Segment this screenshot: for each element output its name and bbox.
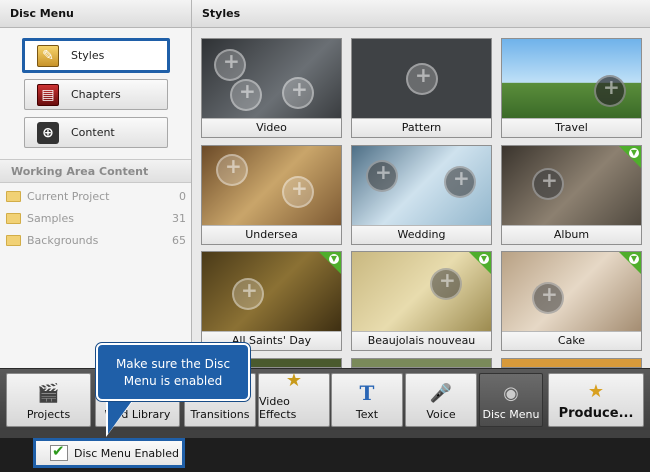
toolbar-produce-button[interactable]: ★ Produce... bbox=[548, 373, 644, 427]
folder-icon bbox=[6, 212, 21, 224]
working-area-item-current-project[interactable]: Current Project 0 bbox=[6, 186, 186, 206]
toolbar-voice-button[interactable]: 🎤 Voice bbox=[405, 373, 477, 427]
style-tile-video[interactable]: Video bbox=[201, 38, 342, 138]
style-tile-cake[interactable]: ▼ Cake bbox=[501, 251, 642, 351]
video-effects-icon: ★ bbox=[285, 370, 303, 391]
working-area-item-count: 65 bbox=[172, 233, 186, 247]
folder-icon bbox=[6, 190, 21, 202]
style-tile-wedding[interactable]: Wedding bbox=[351, 145, 492, 245]
style-tile-album[interactable]: ▼ Album bbox=[501, 145, 642, 245]
styles-nav-button[interactable]: ✎ Styles bbox=[22, 38, 170, 73]
style-thumbnail: ▼ bbox=[502, 146, 641, 225]
style-thumbnail bbox=[202, 39, 341, 118]
style-tile-label: Video bbox=[202, 118, 341, 137]
chapters-nav-button[interactable]: ▤ Chapters bbox=[24, 79, 168, 110]
style-tile-beaujolais-nouveau[interactable]: ▼ Beaujolais nouveau bbox=[351, 251, 492, 351]
style-thumbnail bbox=[352, 146, 491, 225]
style-thumbnail bbox=[502, 39, 641, 118]
working-area-item-backgrounds[interactable]: Backgrounds 65 bbox=[6, 230, 186, 250]
style-thumbnail: ▼ bbox=[202, 252, 341, 331]
content-nav-label: Content bbox=[71, 126, 115, 139]
checkmark-icon bbox=[50, 442, 68, 461]
style-tile-label: Wedding bbox=[352, 225, 491, 244]
disc-icon: ◉ bbox=[503, 382, 519, 404]
microphone-icon: 🎤 bbox=[429, 382, 453, 404]
style-thumbnail: ▼ bbox=[502, 252, 641, 331]
style-thumbnail bbox=[202, 146, 341, 225]
toolbar-label: Disc Menu bbox=[482, 408, 540, 421]
working-area-item-label: Samples bbox=[27, 211, 74, 225]
style-tile-pattern[interactable]: Pattern bbox=[351, 38, 492, 138]
working-area-item-samples[interactable]: Samples 31 bbox=[6, 208, 186, 228]
toolbar-video-effects-button[interactable]: ★ Video Effects bbox=[258, 370, 330, 427]
left-panel: ✎ Styles ▤ Chapters ⊕ Content Working Ar… bbox=[0, 28, 192, 368]
style-thumbnail bbox=[352, 39, 491, 118]
style-thumbnail: ▼ bbox=[352, 252, 491, 331]
folder-icon bbox=[6, 234, 21, 246]
disc-menu-enabled-checkbox[interactable]: Disc Menu Enabled bbox=[33, 438, 185, 468]
tooltip-callout: Make sure the Disc Menu is enabled bbox=[96, 343, 250, 401]
styles-nav-label: Styles bbox=[71, 49, 105, 62]
toolbar-label: Produce... bbox=[558, 406, 634, 421]
content-nav-button[interactable]: ⊕ Content bbox=[24, 117, 168, 148]
tooltip-tail bbox=[108, 398, 134, 434]
styles-icon: ✎ bbox=[37, 44, 59, 67]
toolbar-label: Video Effects bbox=[259, 395, 297, 421]
disc-menu-enabled-label: Disc Menu Enabled bbox=[74, 446, 179, 460]
toolbar-label: Transitions bbox=[190, 408, 250, 421]
clapperboard-icon: 🎬 bbox=[37, 382, 60, 404]
style-tile-label: Beaujolais nouveau bbox=[352, 331, 491, 350]
toolbar-label: Text bbox=[355, 408, 379, 421]
style-tile-all-saints-day[interactable]: ▼ All Saints' Day bbox=[201, 251, 342, 351]
style-tile-undersea[interactable]: Undersea bbox=[201, 145, 342, 245]
styles-grid: Video Pattern Travel Undersea Wedding ▼ … bbox=[192, 28, 650, 368]
content-icon: ⊕ bbox=[37, 121, 59, 144]
toolbar-disc-menu-button[interactable]: ◉ Disc Menu bbox=[479, 373, 543, 427]
style-tile-label: Album bbox=[502, 225, 641, 244]
toolbar-text-button[interactable]: T Text bbox=[331, 373, 403, 427]
working-area-item-count: 0 bbox=[179, 189, 186, 203]
style-tile-partial bbox=[501, 358, 642, 368]
working-area-item-label: Current Project bbox=[27, 189, 110, 203]
download-icon[interactable]: ▼ bbox=[629, 254, 639, 264]
working-area-header: Working Area Content bbox=[0, 159, 191, 183]
styles-panel-title: Styles bbox=[192, 0, 650, 28]
style-tile-partial bbox=[351, 358, 492, 368]
download-icon[interactable]: ▼ bbox=[629, 148, 639, 158]
working-area-item-label: Backgrounds bbox=[27, 233, 99, 247]
chapters-icon: ▤ bbox=[37, 83, 59, 106]
download-icon[interactable]: ▼ bbox=[479, 254, 489, 264]
style-tile-label: Undersea bbox=[202, 225, 341, 244]
tooltip-text: Make sure the Disc Menu is enabled bbox=[115, 357, 231, 388]
toolbar-label: Projects bbox=[26, 408, 71, 421]
style-tile-label: Cake bbox=[502, 331, 641, 350]
text-icon: T bbox=[359, 381, 375, 405]
style-tile-label: Pattern bbox=[352, 118, 491, 137]
chapters-nav-label: Chapters bbox=[71, 88, 121, 101]
left-panel-title: Disc Menu bbox=[0, 0, 192, 28]
style-tile-label: Travel bbox=[502, 118, 641, 137]
style-tile-travel[interactable]: Travel bbox=[501, 38, 642, 138]
produce-icon: ★ bbox=[587, 380, 605, 402]
toolbar-projects-button[interactable]: 🎬 Projects bbox=[6, 373, 91, 427]
working-area-item-count: 31 bbox=[172, 211, 186, 225]
toolbar-label: Voice bbox=[426, 408, 456, 421]
download-icon[interactable]: ▼ bbox=[329, 254, 339, 264]
